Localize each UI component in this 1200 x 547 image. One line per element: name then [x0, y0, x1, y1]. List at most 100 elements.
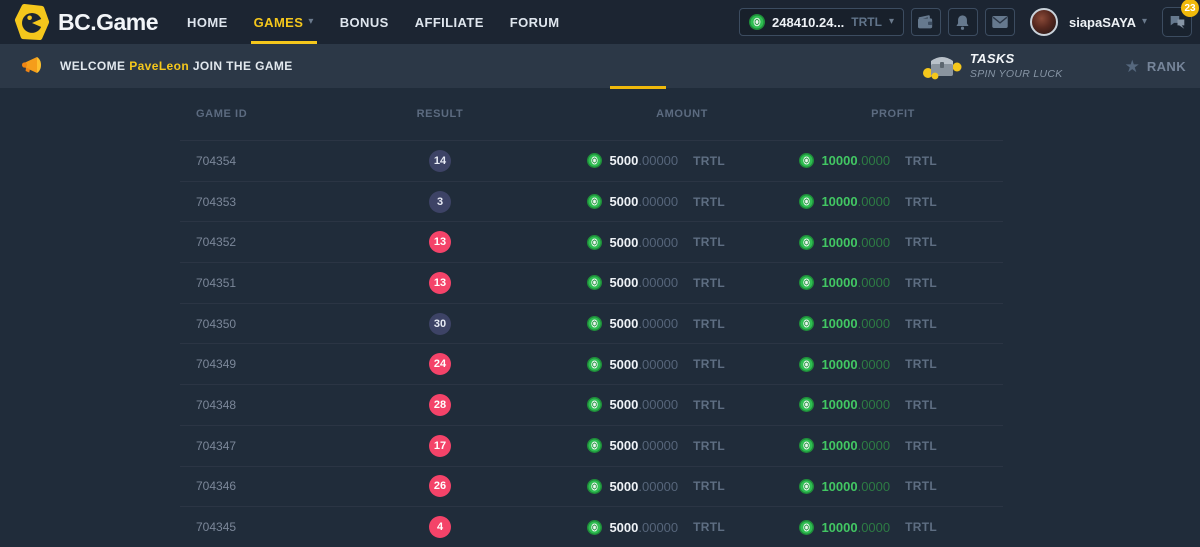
chevron-down-icon: ▾: [889, 17, 894, 27]
currency-label: TRTL: [693, 276, 725, 290]
user-avatar[interactable]: [1030, 8, 1058, 36]
profit-int: 10000: [821, 235, 857, 250]
tasks-widget[interactable]: TASKS SPIN YOUR LUCK: [922, 51, 1063, 81]
game-id: 704354: [180, 154, 370, 168]
amount-dec: .00000: [638, 479, 678, 494]
nav-bonus[interactable]: BONUS: [327, 0, 402, 44]
game-id: 704350: [180, 317, 370, 331]
chat-unread-badge: 23: [1181, 0, 1199, 17]
user-menu[interactable]: siapaSAYA ▾: [1069, 15, 1147, 30]
table-row[interactable]: 704350 30 5000.00000 TRTL: [180, 304, 1003, 345]
star-icon: ★: [1125, 58, 1140, 75]
balance-selector[interactable]: 248410.24... TRTL ▾: [739, 8, 904, 36]
profit-int: 10000: [821, 479, 857, 494]
table-row[interactable]: 704351 13 5000.00000 TRTL: [180, 263, 1003, 304]
profit-int: 10000: [821, 194, 857, 209]
currency-label: TRTL: [905, 398, 937, 412]
currency-label: TRTL: [905, 235, 937, 249]
balance-value: 248410.24...: [772, 15, 844, 30]
welcome-banner: WELCOME PaveLeon JOIN THE GAME TASKS SPI…: [0, 44, 1200, 88]
game-id: 704353: [180, 195, 370, 209]
trtl-coin-icon: [799, 357, 814, 372]
table-row[interactable]: 704347 17 5000.00000 TRTL: [180, 426, 1003, 467]
table-row[interactable]: 704348 28 5000.00000 TRTL: [180, 385, 1003, 426]
profit-dec: .0000: [858, 275, 891, 290]
amount-dec: .00000: [638, 438, 678, 453]
table-header-row: GAME ID RESULT AMOUNT PROFIT: [180, 88, 1003, 141]
currency-label: TRTL: [905, 439, 937, 453]
brand-logo[interactable]: BC.Game: [14, 0, 158, 44]
table-row[interactable]: 704352 13 5000.00000 TRTL: [180, 222, 1003, 263]
currency-label: TRTL: [693, 195, 725, 209]
tasks-text: TASKS SPIN YOUR LUCK: [970, 51, 1063, 80]
chevron-down-icon: ▾: [1142, 17, 1147, 27]
profit-dec: .0000: [858, 153, 891, 168]
brand-name: BC.Game: [58, 9, 158, 36]
table-row[interactable]: 704345 4 5000.00000 TRTL: [180, 507, 1003, 547]
table-row[interactable]: 704353 3 5000.00000 TRTL: [180, 182, 1003, 223]
trtl-coin-icon: [587, 520, 602, 535]
chat-button[interactable]: 23: [1162, 7, 1192, 37]
nav-affiliate[interactable]: AFFILIATE: [402, 0, 497, 44]
bell-icon: [955, 14, 970, 30]
currency-label: TRTL: [905, 479, 937, 493]
trtl-coin-icon: [799, 275, 814, 290]
nav-home[interactable]: HOME: [174, 0, 241, 44]
navbar-right: 248410.24... TRTL ▾ siapaSAYA: [739, 0, 1192, 44]
amount-int: 5000: [609, 194, 638, 209]
amount-int: 5000: [609, 479, 638, 494]
profit-dec: .0000: [858, 520, 891, 535]
nav-forum[interactable]: FORUM: [497, 0, 573, 44]
tasks-subtitle: SPIN YOUR LUCK: [970, 68, 1063, 81]
amount-int: 5000: [609, 153, 638, 168]
profit-dec: .0000: [858, 357, 891, 372]
trtl-coin-icon: [587, 153, 602, 168]
table-row[interactable]: 704346 26 5000.00000 TRTL: [180, 467, 1003, 508]
result-badge: 3: [429, 191, 451, 213]
table-row[interactable]: 704349 24 5000.00000 TRTL: [180, 344, 1003, 385]
amount-dec: .00000: [638, 275, 678, 290]
bets-table: GAME ID RESULT AMOUNT PROFIT 704354 14 5…: [180, 88, 1003, 547]
amount-dec: .00000: [638, 357, 678, 372]
result-badge: 28: [429, 394, 451, 416]
table-row[interactable]: 704354 14 5000.00000 TRTL: [180, 141, 1003, 182]
result-badge: 4: [429, 516, 451, 538]
notifications-button[interactable]: [948, 8, 978, 36]
currency-label: TRTL: [693, 479, 725, 493]
game-id: 704347: [180, 439, 370, 453]
result-badge: 30: [429, 313, 451, 335]
profit-int: 10000: [821, 357, 857, 372]
profit-int: 10000: [821, 275, 857, 290]
profit-int: 10000: [821, 153, 857, 168]
profit-dec: .0000: [858, 235, 891, 250]
username-label: siapaSAYA: [1069, 15, 1136, 30]
chevron-down-icon: ▾: [308, 17, 313, 27]
megaphone-icon: [20, 55, 44, 77]
result-badge: 24: [429, 353, 451, 375]
amount-dec: .00000: [638, 520, 678, 535]
profit-dec: .0000: [858, 316, 891, 331]
currency-label: TRTL: [693, 520, 725, 534]
profit-int: 10000: [821, 397, 857, 412]
trtl-coin-icon: [587, 194, 602, 209]
main-nav: HOME GAMES ▾ BONUS AFFILIATE FORUM: [174, 0, 572, 44]
trtl-coin-icon: [799, 153, 814, 168]
header-game-id: GAME ID: [180, 108, 370, 120]
trtl-coin-icon: [799, 438, 814, 453]
amount-int: 5000: [609, 316, 638, 331]
profit-dec: .0000: [858, 479, 891, 494]
trtl-coin-icon: [587, 357, 602, 372]
profit-int: 10000: [821, 520, 857, 535]
nav-games[interactable]: GAMES ▾: [241, 0, 327, 44]
active-tab-indicator: [610, 86, 666, 89]
game-id: 704345: [180, 520, 370, 534]
rank-widget[interactable]: ★ RANK: [1125, 58, 1186, 75]
trtl-coin-icon: [587, 235, 602, 250]
header-amount: AMOUNT: [510, 108, 770, 120]
profit-int: 10000: [821, 316, 857, 331]
amount-int: 5000: [609, 438, 638, 453]
messages-button[interactable]: [985, 8, 1015, 36]
wallet-button[interactable]: [911, 8, 941, 36]
currency-label: TRTL: [905, 317, 937, 331]
result-badge: 13: [429, 272, 451, 294]
